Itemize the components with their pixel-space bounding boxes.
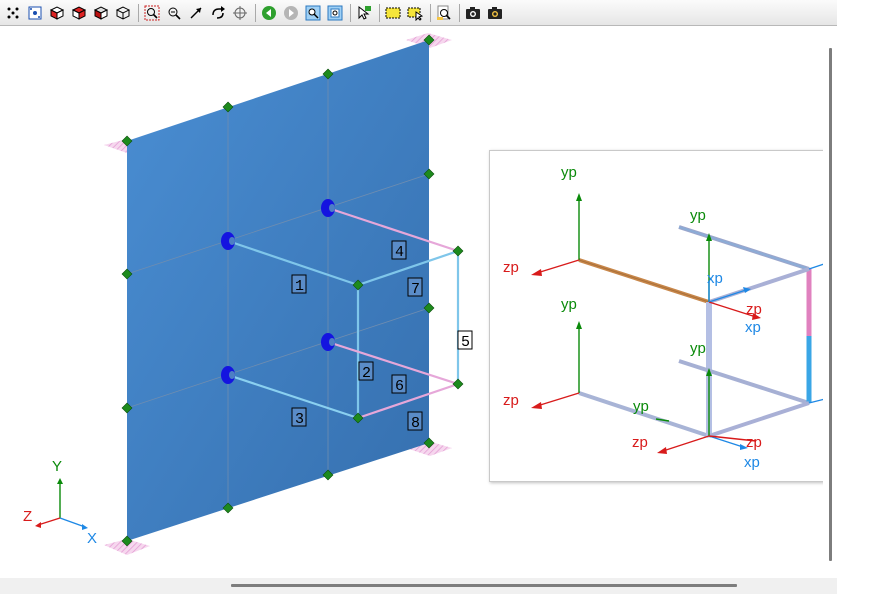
triad-origin-top-left bbox=[531, 193, 582, 276]
inset-label-zp: zp bbox=[632, 434, 648, 451]
member-label: 1 bbox=[295, 278, 304, 295]
global-y-label: Y bbox=[52, 458, 62, 475]
node bbox=[452, 378, 464, 390]
member-label: 4 bbox=[395, 244, 404, 261]
member-label: 2 bbox=[362, 365, 371, 382]
shell-plate[interactable] bbox=[127, 40, 429, 541]
global-x-label: X bbox=[87, 530, 97, 547]
triad-origin-bottom-left bbox=[531, 321, 582, 409]
inset-label-zp: zp bbox=[503, 259, 519, 276]
member-label: 3 bbox=[295, 411, 304, 428]
node bbox=[452, 245, 464, 257]
inset-label-xp: xp bbox=[707, 270, 723, 287]
horizontal-scroll-thumb[interactable] bbox=[231, 584, 737, 587]
member-label: 8 bbox=[411, 415, 420, 432]
inset-label-xp: xp bbox=[745, 319, 761, 336]
global-axes-triad: Y X Z bbox=[23, 458, 97, 547]
inset-label-yp: yp bbox=[690, 340, 706, 357]
vertical-scroll-thumb[interactable] bbox=[829, 48, 832, 561]
right-margin bbox=[837, 0, 878, 594]
member-label: 6 bbox=[395, 378, 404, 395]
local-axes-inset: yp zp yp zp yp xp zp xp xp yp yp zp zp x… bbox=[489, 150, 876, 482]
global-z-label: Z bbox=[23, 508, 32, 525]
inset-label-zp: zp bbox=[746, 301, 762, 318]
inset-label-yp: yp bbox=[561, 296, 577, 313]
inset-label-xp: xp bbox=[744, 454, 760, 471]
inset-member bbox=[708, 401, 810, 438]
inset-label-zp: zp bbox=[503, 392, 519, 409]
inset-member bbox=[678, 359, 810, 405]
local-axes-canvas: yp zp yp zp yp xp zp xp xp yp yp zp zp x… bbox=[503, 164, 855, 471]
member-label: 5 bbox=[461, 334, 470, 351]
inset-label-yp: yp bbox=[690, 207, 706, 224]
inset-label-yp: yp bbox=[561, 164, 577, 181]
inset-label-yp: yp bbox=[633, 398, 649, 415]
inset-label-zp: zp bbox=[746, 434, 762, 451]
member-label: 7 bbox=[411, 281, 420, 298]
